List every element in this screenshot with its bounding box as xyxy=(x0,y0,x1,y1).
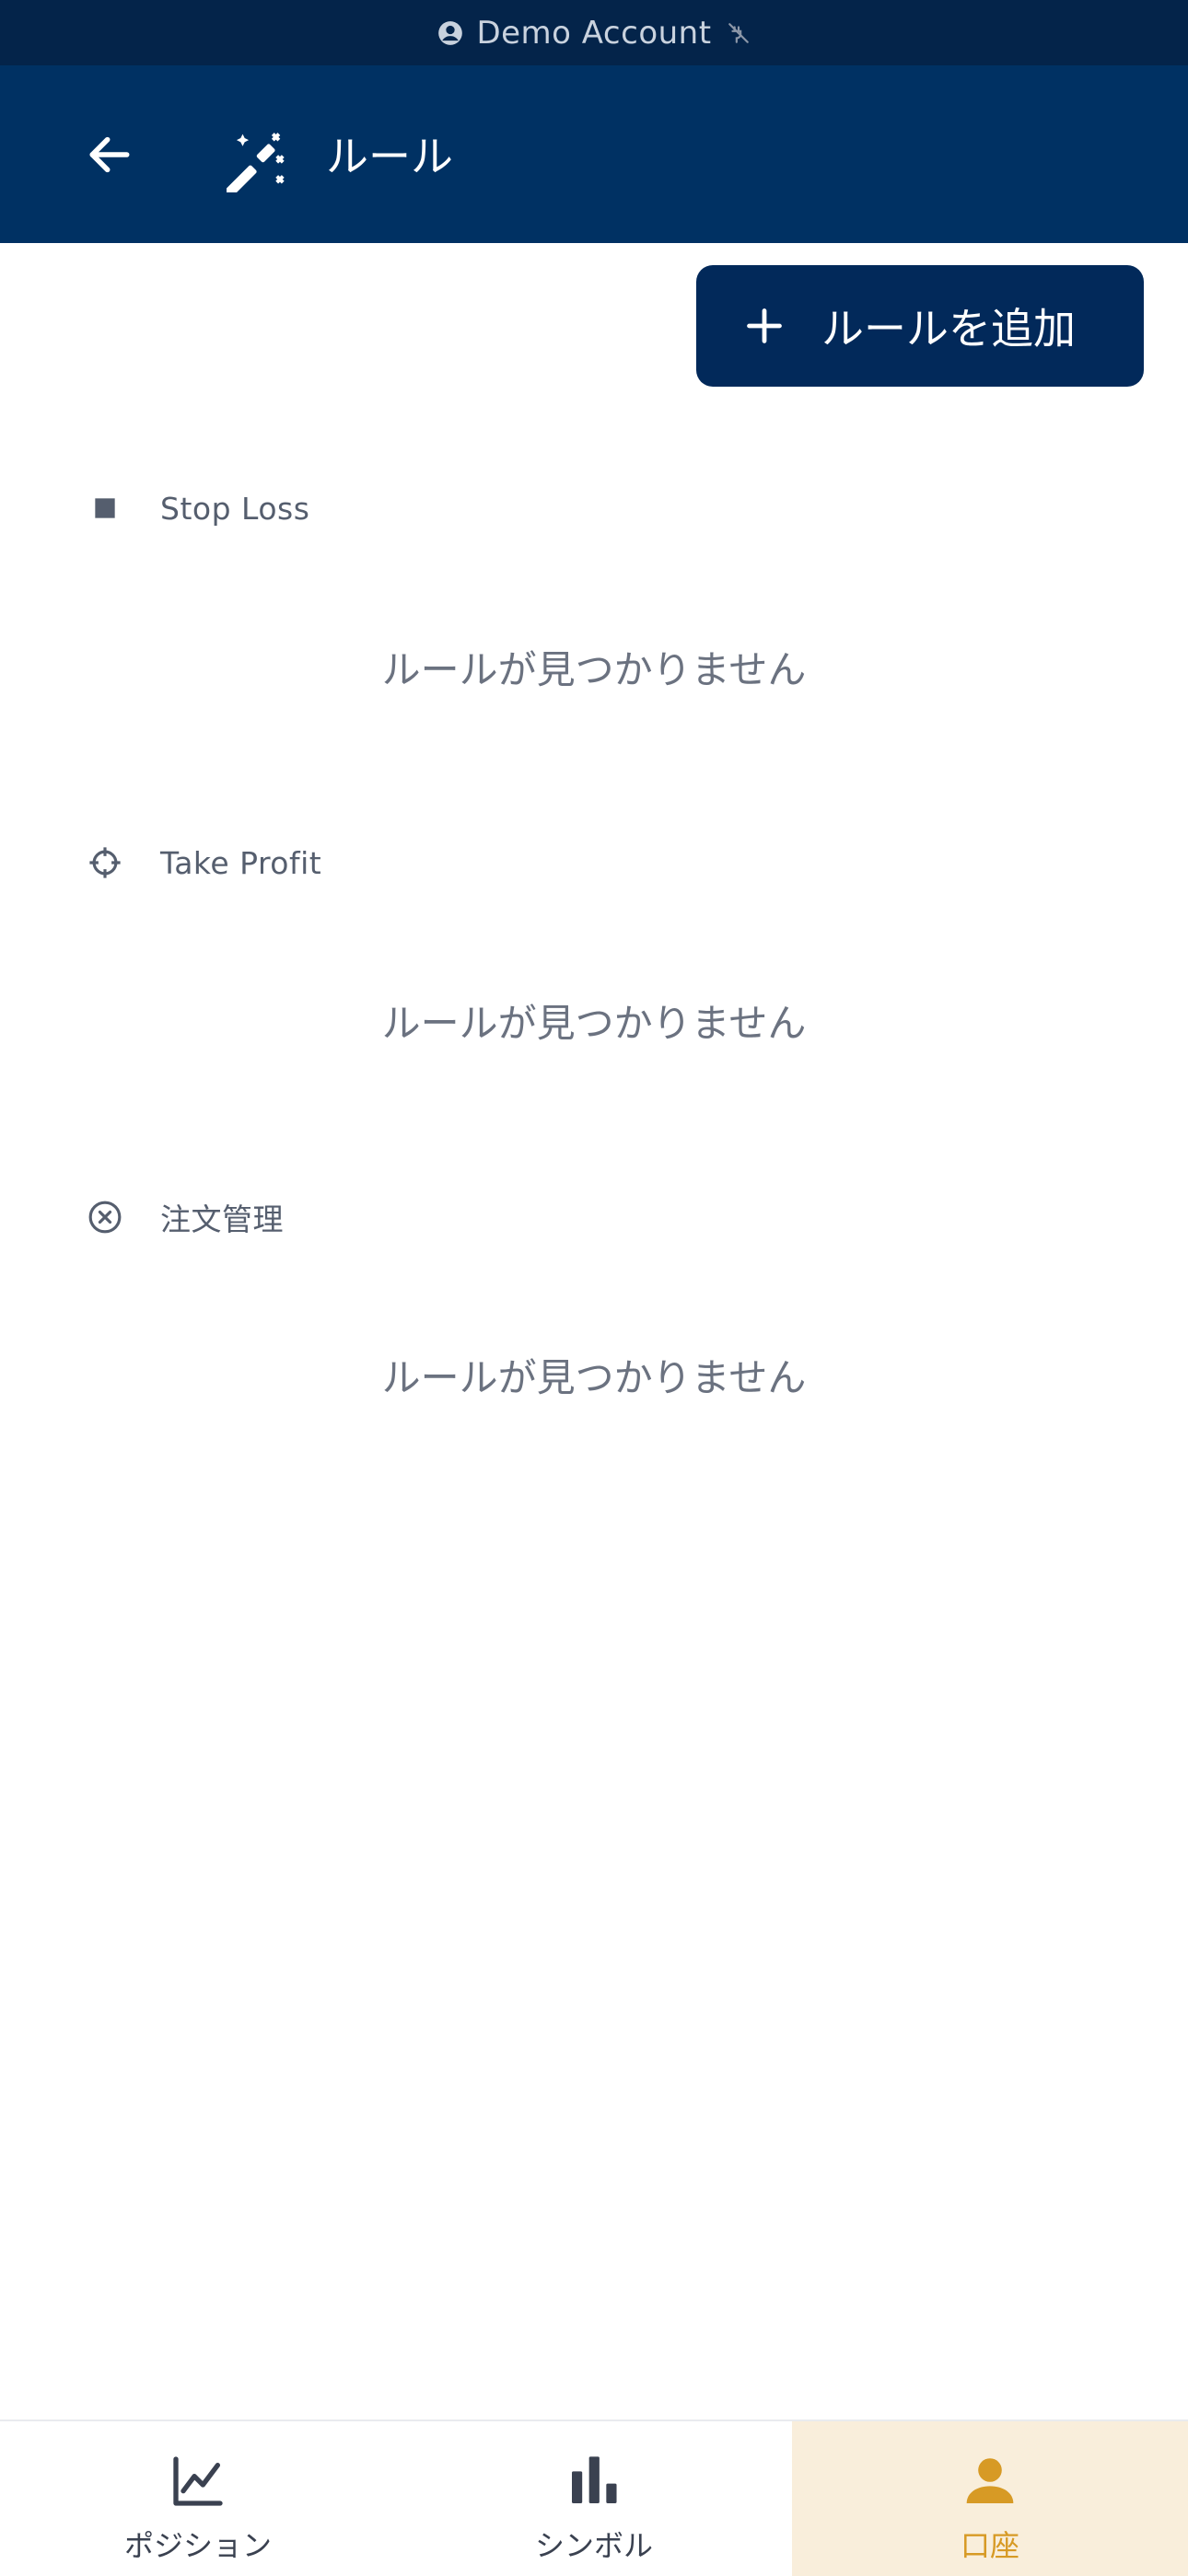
account-circle-icon xyxy=(437,20,463,46)
nav-label: 口座 xyxy=(960,2528,1019,2563)
add-rule-label: ルールを追加 xyxy=(821,304,1076,354)
page-title: ルール xyxy=(326,132,453,181)
empty-state-text: ルールが見つかりません xyxy=(381,1355,807,1400)
plus-icon xyxy=(744,306,785,346)
person-icon xyxy=(960,2451,1020,2512)
bar-chart-icon xyxy=(564,2451,624,2512)
section-stop-loss: Stop Loss xyxy=(87,481,309,536)
crosshair-icon xyxy=(87,844,123,881)
section-title: Stop Loss xyxy=(160,490,310,527)
nav-label: ポジション xyxy=(123,2528,272,2563)
line-chart-icon xyxy=(168,2451,228,2512)
square-icon xyxy=(87,490,123,527)
circle-x-icon xyxy=(87,1199,123,1236)
section-title: 注文管理 xyxy=(160,1201,284,1237)
nav-item-symbols[interactable]: シンボル xyxy=(396,2421,792,2576)
section-take-profit: Take Profit xyxy=(87,835,321,890)
arrow-left-icon xyxy=(84,129,135,184)
app-header: ルール xyxy=(0,65,1188,243)
nav-item-account[interactable]: 口座 xyxy=(792,2421,1188,2576)
status-bar: Demo Account xyxy=(0,0,1188,65)
nav-item-positions[interactable]: ポジション xyxy=(0,2421,396,2576)
bottom-nav: ポジション シンボル 口座 xyxy=(0,2419,1188,2576)
empty-state-text: ルールが見つかりません xyxy=(381,1001,807,1046)
nav-label: シンボル xyxy=(534,2528,653,2563)
unplugged-icon xyxy=(727,21,751,45)
section-order-management: 注文管理 xyxy=(87,1189,284,1245)
section-title: Take Profit xyxy=(160,844,322,881)
empty-state-text: ルールが見つかりません xyxy=(381,647,807,692)
back-button[interactable] xyxy=(77,124,142,189)
account-label: Demo Account xyxy=(476,14,712,52)
add-rule-button[interactable]: ルールを追加 xyxy=(696,265,1144,387)
magic-wand-icon xyxy=(222,128,291,200)
